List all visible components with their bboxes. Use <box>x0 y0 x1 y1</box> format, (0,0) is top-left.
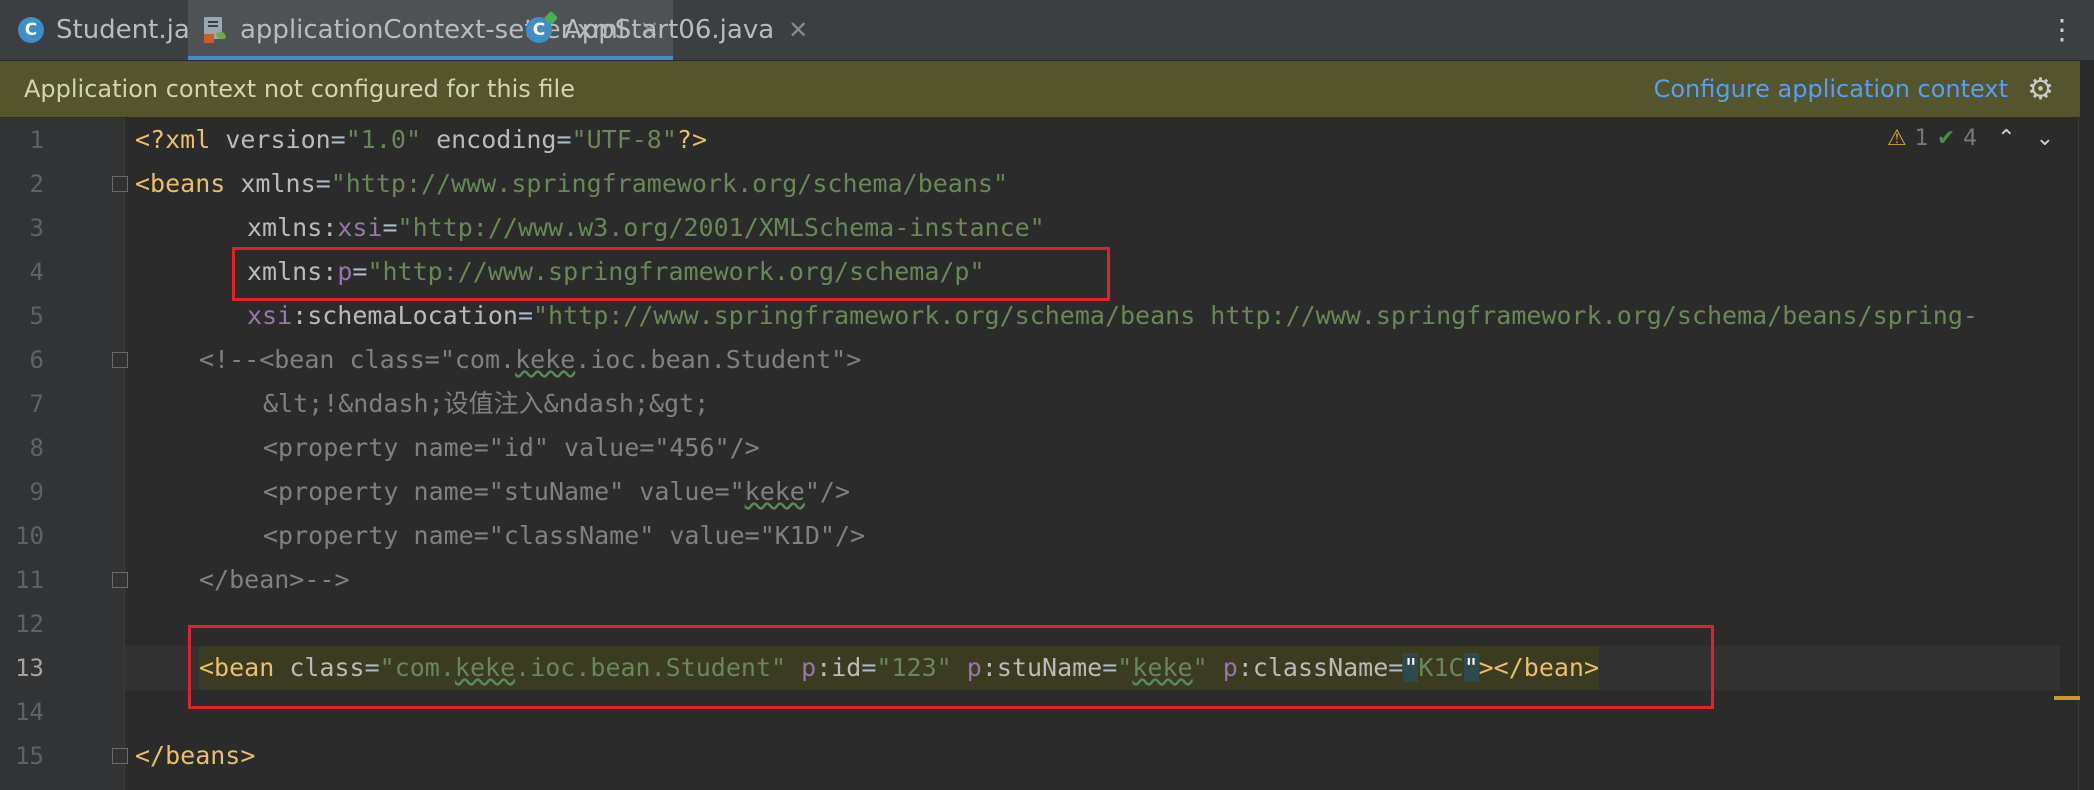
java-main-class-icon: C <box>526 10 559 43</box>
line-number-current: 13 <box>15 654 44 682</box>
configure-application-context-link[interactable]: Configure application context <box>1654 75 2008 103</box>
close-icon[interactable]: ✕ <box>788 16 808 44</box>
warning-marker[interactable] <box>2054 696 2080 700</box>
line-number: 3 <box>29 214 44 242</box>
highlight-box-xmlns-p <box>232 247 1110 301</box>
line-number: 15 <box>15 742 44 770</box>
line-number: 6 <box>29 346 44 374</box>
code-line-9: <property name="stuName" value="keke"/> <box>263 477 851 506</box>
banner-message: Application context not configured for t… <box>24 75 575 103</box>
line-number: 11 <box>15 566 44 594</box>
line-number: 4 <box>29 258 44 286</box>
gear-icon[interactable]: ⚙ <box>2027 72 2054 107</box>
highlight-box-bean-p-namespace <box>188 625 1714 709</box>
code-line-10: <property name="className" value="K1D"/> <box>263 521 866 550</box>
more-options-icon[interactable]: ⋮ <box>2048 16 2076 44</box>
line-number: 8 <box>29 434 44 462</box>
code-line-1: <?xml version="1.0" encoding="UTF-8"?> <box>135 125 708 154</box>
vertical-scrollbar[interactable] <box>2078 118 2093 790</box>
line-number: 12 <box>15 610 44 638</box>
line-number: 10 <box>15 522 44 550</box>
line-number: 5 <box>29 302 44 330</box>
tab-appstart06-java[interactable]: C AppStart06.java ✕ <box>526 0 808 60</box>
line-number: 9 <box>29 478 44 506</box>
editor-tab-bar: C Student.java ✕ applicationContext-sett… <box>0 0 2094 61</box>
line-number: 2 <box>29 170 44 198</box>
tab-label: AppStart06.java <box>564 15 775 45</box>
code-line-2: <beans xmlns="http://www.springframework… <box>135 169 1009 198</box>
code-line-15: </beans> <box>135 741 256 770</box>
application-context-banner: Application context not configured for t… <box>0 61 2080 117</box>
line-number-gutter[interactable]: 1 2 3 4 5 6 7 8 9 10 11 12 13 14 15 <box>0 118 128 790</box>
code-line-7: &lt;!&ndash;设值注入&ndash;&gt; <box>263 389 710 418</box>
code-line-8: <property name="id" value="456"/> <box>263 433 760 462</box>
code-line-11: </bean>--> <box>199 565 350 594</box>
code-line-6: <!--<bean class="com.keke.ioc.bean.Stude… <box>199 345 862 374</box>
xml-file-icon <box>202 16 228 44</box>
line-number: 7 <box>29 390 44 418</box>
code-line-3: xmlns:xsi="http://www.w3.org/2001/XMLSch… <box>247 213 1045 242</box>
line-number: 14 <box>15 698 44 726</box>
java-class-icon: C <box>18 17 44 43</box>
line-number: 1 <box>29 126 44 154</box>
